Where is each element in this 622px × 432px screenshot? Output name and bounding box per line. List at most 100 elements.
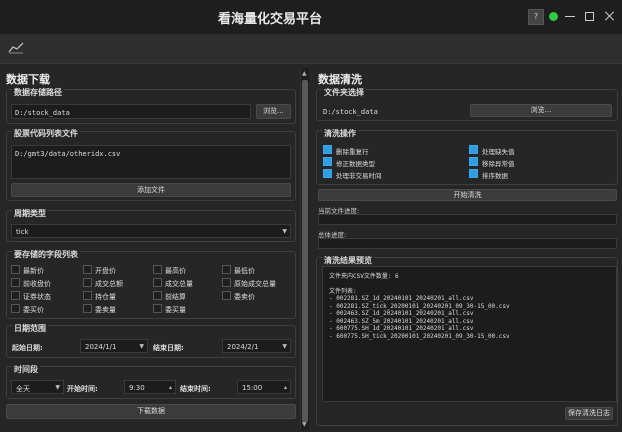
- field-checkbox[interactable]: [11, 304, 20, 313]
- clean-op-label: 删除重复行: [336, 148, 369, 156]
- folder-label: 文件夹选择: [322, 87, 366, 98]
- clean-op-label: 处理缺失值: [482, 148, 515, 156]
- file-count-line: 文件夹内CSV文件数量: 6: [329, 273, 399, 280]
- field-checkbox-label: 原始成交总量: [234, 280, 276, 288]
- status-indicator-icon: [549, 12, 558, 21]
- file-list-item: - 002463.SZ_5m_20240101_20240201_all.csv: [329, 317, 474, 325]
- clean-op-checkbox[interactable]: [469, 157, 478, 166]
- field-checkbox[interactable]: [153, 265, 162, 274]
- end-date-picker[interactable]: 2024/2/1 ▼: [222, 339, 291, 353]
- field-checkbox-label: 前收盘价: [23, 280, 51, 288]
- start-date-label: 起始日期:: [12, 344, 43, 352]
- field-checkbox[interactable]: [11, 278, 20, 287]
- storage-path-label: 数据存储路径: [12, 87, 64, 98]
- download-button[interactable]: 下载数据: [6, 404, 296, 419]
- field-checkbox[interactable]: [83, 304, 92, 313]
- maximize-icon[interactable]: [585, 12, 594, 21]
- start-date-picker[interactable]: 2024/1/1 ▼: [80, 339, 148, 353]
- field-checkbox-label: 最低价: [234, 267, 255, 275]
- start-time-label: 开始时间:: [67, 385, 98, 393]
- clean-op-checkbox[interactable]: [469, 145, 478, 154]
- end-time-input[interactable]: 15:00 ▴: [237, 380, 291, 394]
- file-list-title: 文件列表:: [329, 287, 357, 295]
- chevron-down-icon: ▼: [282, 228, 287, 235]
- browse-path-button[interactable]: 浏览...: [256, 104, 291, 119]
- file-list-item: - 600775.SH_tick_20200101_20240201_09_30…: [329, 332, 510, 340]
- period-value: tick: [16, 228, 29, 236]
- field-checkbox-label: 开盘价: [95, 267, 116, 275]
- time-mode-select[interactable]: 全天 ▼: [11, 380, 64, 394]
- chevron-down-icon: ▼: [282, 343, 287, 350]
- end-date-label: 结束日期:: [153, 344, 184, 352]
- field-checkbox-label: 持仓量: [95, 293, 116, 301]
- file-list-item: - 002281.SZ_tick_20200101_20240201_09_30…: [329, 302, 510, 310]
- clean-op-label: 修正数据类型: [336, 160, 375, 168]
- end-date-value: 2024/2/1: [227, 343, 259, 351]
- field-checkbox-label: 委卖价: [234, 293, 255, 301]
- close-icon[interactable]: [604, 10, 616, 22]
- storage-path-input[interactable]: D:/stock_data: [11, 104, 251, 119]
- file-list-item: - 002281.SZ_1d_20240101_20240201_all.csv: [329, 295, 474, 302]
- code-list-input[interactable]: D:/gmt3/data/otheridx.csv: [11, 145, 291, 179]
- clean-ops-label: 清洗操作: [322, 128, 358, 139]
- field-checkbox-label: 委卖量: [95, 306, 116, 314]
- clean-op-checkbox[interactable]: [469, 169, 478, 178]
- save-log-button[interactable]: 保存清洗日志: [565, 407, 613, 420]
- minimize-icon[interactable]: [564, 10, 576, 22]
- time-range-label: 时间段: [12, 364, 40, 375]
- clean-op-label: 移除异常值: [482, 160, 515, 168]
- scroll-down-icon[interactable]: ▼: [302, 421, 307, 428]
- file-list-item: - 002463.SZ_1d_20240101_20240201_all.csv: [329, 310, 474, 317]
- clean-op-checkbox[interactable]: [323, 145, 332, 154]
- date-range-label: 日期范围: [12, 323, 48, 334]
- browse-folder-button[interactable]: 浏览...: [470, 104, 612, 117]
- add-file-button[interactable]: 添加文件: [11, 183, 291, 197]
- chevron-updown-icon: ▴: [168, 384, 172, 391]
- field-checkbox-label: 最新价: [23, 267, 44, 275]
- field-checkbox-label: 委买量: [165, 306, 186, 314]
- clean-op-checkbox[interactable]: [323, 169, 332, 178]
- field-checkbox[interactable]: [11, 291, 20, 300]
- file-list: - 002281.SZ_1d_20240101_20240201_all.csv…: [329, 295, 610, 340]
- field-checkbox[interactable]: [153, 291, 162, 300]
- toolbar: [0, 34, 622, 64]
- field-checkbox[interactable]: [83, 265, 92, 274]
- field-checkbox[interactable]: [83, 278, 92, 287]
- field-checkbox[interactable]: [153, 304, 162, 313]
- chevron-down-icon: ▼: [139, 343, 144, 350]
- field-checkbox[interactable]: [11, 265, 20, 274]
- scroll-up-icon[interactable]: ▲: [302, 70, 307, 77]
- period-select[interactable]: tick ▼: [11, 224, 291, 238]
- start-clean-button[interactable]: 开始清洗: [318, 189, 617, 201]
- left-scrollbar[interactable]: ▲ ▼: [300, 68, 309, 430]
- clean-panel-title: 数据清洗: [318, 73, 362, 86]
- field-checkbox[interactable]: [222, 265, 231, 274]
- field-checkbox-label: 成交总量: [165, 280, 193, 288]
- field-checkbox[interactable]: [83, 291, 92, 300]
- clean-op-checkbox[interactable]: [323, 157, 332, 166]
- field-checkbox-label: 委买价: [23, 306, 44, 314]
- start-time-input[interactable]: 9:30 ▴: [124, 380, 176, 394]
- field-checkbox-label: 最高价: [165, 267, 186, 275]
- app-title: 看海量化交易平台: [217, 12, 322, 27]
- clean-op-label: 处理非交易时间: [336, 172, 382, 180]
- chart-icon[interactable]: [8, 42, 24, 54]
- field-checkbox-label: 前结算: [165, 293, 186, 301]
- scrollbar-thumb[interactable]: [302, 80, 308, 422]
- period-label: 周期类型: [12, 208, 48, 219]
- field-checkbox-label: 证券状态: [23, 293, 51, 301]
- title-bar: 看海量化交易平台 ?: [0, 0, 622, 34]
- field-checkbox[interactable]: [222, 291, 231, 300]
- start-time-value: 9:30: [129, 384, 145, 392]
- field-checkbox-label: 成交总额: [95, 280, 123, 288]
- preview-label: 清洗结果预览: [322, 255, 374, 266]
- clean-op-label: 排序数据: [482, 172, 508, 180]
- help-button[interactable]: ?: [528, 9, 544, 25]
- total-progress-bar: [318, 238, 617, 249]
- time-mode-value: 全天: [16, 385, 30, 393]
- field-checkbox[interactable]: [153, 278, 162, 287]
- main-window: 看海量化交易平台 ? 数据下载 数据存储路径 D:/stock_data 浏览.…: [0, 0, 622, 432]
- preview-text-area[interactable]: 文件夹内CSV文件数量: 6 文件列表: - 002281.SZ_1d_2024…: [322, 266, 617, 402]
- field-checkbox[interactable]: [222, 278, 231, 287]
- chevron-updown-icon: ▴: [283, 384, 287, 391]
